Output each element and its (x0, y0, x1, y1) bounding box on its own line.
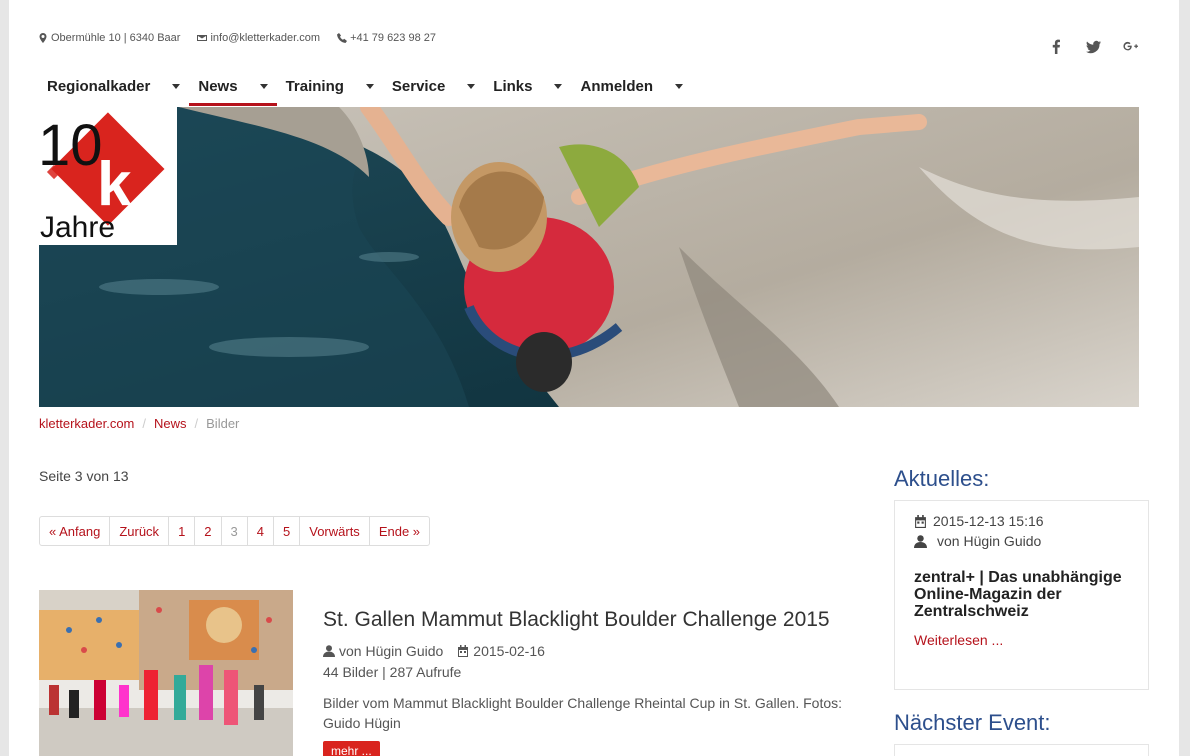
google-plus-icon[interactable] (1122, 38, 1139, 55)
event-card (894, 744, 1149, 756)
caret-down-icon (675, 83, 683, 89)
pagination-page[interactable]: 4 (246, 517, 273, 545)
pagination-page[interactable]: 2 (194, 517, 220, 545)
aktuelles-heading: Aktuelles: (894, 466, 990, 491)
pagination-first[interactable]: « Anfang (40, 517, 109, 545)
pagination-next[interactable]: Vorwärts (299, 517, 369, 545)
nav-label: Service (391, 77, 446, 95)
article-stats: 44 Bilder | 287 Aufrufe (323, 664, 462, 680)
caret-down-icon (365, 83, 374, 89)
nav-label: Links (493, 77, 533, 95)
pagination-page[interactable]: 5 (273, 517, 299, 545)
hero-banner-image (39, 107, 1139, 407)
breadcrumb: kletterkader.com / News / Bilder (39, 416, 239, 431)
social-links (1048, 38, 1139, 55)
pagination: « Anfang Zurück 1 2 3 4 5 Vorwärts Ende … (39, 516, 431, 546)
pagination-current-page: 3 (220, 517, 247, 545)
twitter-icon[interactable] (1085, 38, 1102, 55)
address-item: Obermühle 10 | 6340 Baar (38, 32, 180, 44)
logo-k: k (97, 150, 132, 219)
caret-down-icon (467, 83, 476, 89)
article-thumbnail[interactable] (39, 590, 293, 756)
user-icon (914, 534, 927, 548)
contact-bar: Obermühle 10 | 6340 Baar info@kletterkad… (38, 32, 436, 44)
nav-label: News (198, 77, 238, 95)
map-marker-icon (39, 33, 47, 43)
envelope-icon (197, 35, 208, 41)
caret-down-icon (554, 83, 563, 89)
calendar-icon (915, 514, 926, 528)
logo-number: 10 (39, 113, 103, 178)
article-date-text: 2015-02-16 (473, 643, 545, 659)
news-title[interactable]: zentral+ | Das unabhängige Online-Magazi… (914, 569, 1129, 620)
breadcrumb-separator: / (142, 416, 146, 431)
news-author-text: von Hügin Guido (937, 533, 1042, 549)
nav-item-regionalkader[interactable]: Regionalkader (38, 66, 189, 106)
user-icon (323, 645, 335, 657)
pagination-prev[interactable]: Zurück (109, 517, 168, 545)
breadcrumb-home[interactable]: kletterkader.com (39, 416, 134, 431)
breadcrumb-current: Bilder (206, 416, 240, 431)
article-meta: von Hügin Guido 2015-02-16 (323, 643, 545, 659)
pagination-last[interactable]: Ende » (368, 517, 429, 545)
article-date: 2015-02-16 (457, 643, 545, 659)
phone-link[interactable]: +41 79 623 98 27 (350, 32, 436, 44)
next-event-heading: Nächster Event: (894, 710, 1051, 735)
page-count: Seite 3 von 13 (39, 468, 129, 484)
nav-item-anmelden[interactable]: Anmelden (571, 66, 692, 106)
calendar-icon (458, 645, 469, 657)
news-author: von Hügin Guido (914, 533, 1129, 549)
nav-item-service[interactable]: Service (383, 66, 484, 106)
page: Obermühle 10 | 6340 Baar info@kletterkad… (9, 0, 1179, 756)
email-item[interactable]: info@kletterkader.com (197, 32, 320, 44)
phone-icon (337, 33, 348, 43)
nav-label: Training (285, 77, 344, 95)
phone-item[interactable]: +41 79 623 98 27 (337, 32, 436, 44)
news-card: 2015-12-13 15:16 von Hügin Guido zentral… (894, 500, 1149, 690)
nav-item-news[interactable]: News (189, 66, 277, 106)
nav-item-training[interactable]: Training (277, 66, 383, 106)
breadcrumb-separator: / (194, 416, 199, 431)
pagination-page[interactable]: 1 (168, 517, 194, 545)
more-button[interactable]: mehr ... (323, 741, 380, 756)
facebook-icon[interactable] (1048, 38, 1065, 55)
article-author: von Hügin Guido (323, 643, 443, 659)
nav-label: Anmelden (580, 77, 653, 95)
main-nav: Regionalkader News Training Service Link… (38, 66, 692, 106)
breadcrumb-news[interactable]: News (154, 416, 187, 431)
article-title[interactable]: St. Gallen Mammut Blacklight Boulder Cha… (323, 608, 830, 632)
address-text: Obermühle 10 | 6340 Baar (51, 32, 181, 44)
article-author-text: von Hügin Guido (339, 643, 444, 659)
email-link[interactable]: info@kletterkader.com (210, 32, 320, 44)
nav-item-links[interactable]: Links (484, 66, 571, 106)
news-datetime: 2015-12-13 15:16 (914, 513, 1129, 529)
news-datetime-text: 2015-12-13 15:16 (933, 513, 1044, 529)
nav-label: Regionalkader (47, 77, 151, 95)
read-more-link[interactable]: Weiterlesen ... (914, 632, 1003, 648)
article-description: Bilder vom Mammut Blacklight Boulder Cha… (323, 695, 843, 731)
caret-down-icon (172, 83, 181, 89)
anniversary-logo[interactable]: 10 k Jahre (38, 107, 177, 245)
logo-text: Jahre (40, 211, 115, 244)
caret-down-icon (259, 83, 268, 89)
